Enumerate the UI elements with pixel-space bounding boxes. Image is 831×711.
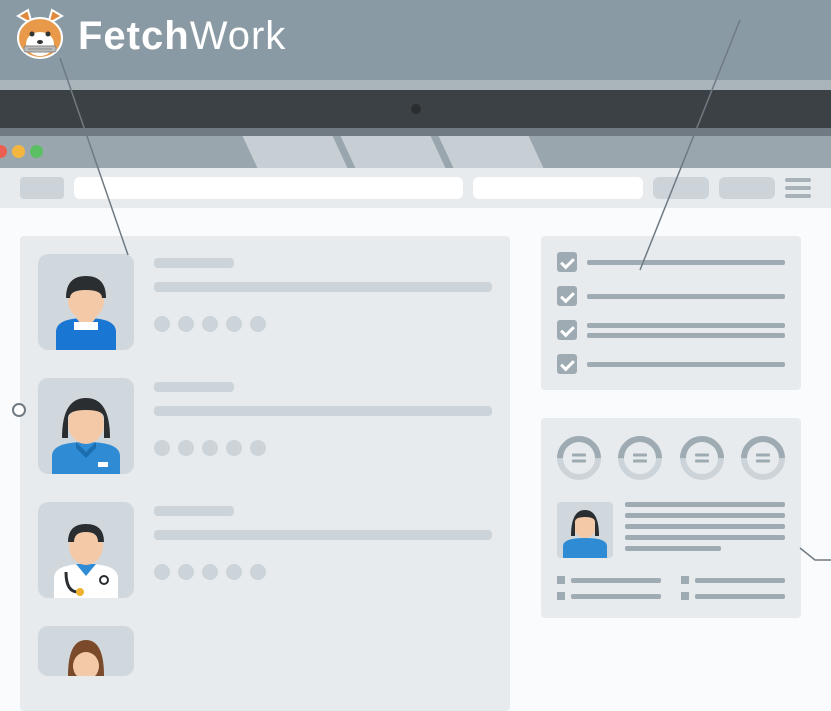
- browser-tab-bar: [0, 136, 831, 168]
- stat-ring: [557, 436, 601, 480]
- toolbar-button[interactable]: [719, 177, 775, 199]
- item-title-placeholder: [154, 258, 234, 268]
- bezel-light: [0, 80, 831, 90]
- item-title-placeholder: [154, 506, 234, 516]
- item-desc-placeholder: [154, 282, 492, 292]
- profile-summary: [557, 502, 785, 558]
- bullet-columns: [557, 576, 785, 600]
- browser-tabs: [250, 136, 544, 168]
- item-body: [154, 254, 492, 350]
- nurse-icon: [557, 508, 613, 558]
- checklist-panel: [541, 236, 801, 390]
- bullet-item: [557, 592, 661, 600]
- minimize-window-icon[interactable]: [12, 145, 25, 158]
- doctor-icon: [38, 518, 134, 598]
- toolbar-button[interactable]: [653, 177, 709, 199]
- avatar: [38, 254, 134, 350]
- browser-tab[interactable]: [243, 136, 348, 168]
- dog-icon: [10, 8, 70, 64]
- brand-logo[interactable]: FetchWork: [10, 8, 286, 64]
- bezel-inner: [0, 128, 831, 136]
- list-item[interactable]: [38, 254, 492, 350]
- checkbox-checked-icon[interactable]: [557, 286, 577, 306]
- maximize-window-icon[interactable]: [30, 145, 43, 158]
- brand-text: FetchWork: [78, 14, 286, 59]
- list-item[interactable]: [38, 626, 492, 676]
- search-bar[interactable]: [473, 177, 643, 199]
- checkbox-checked-icon[interactable]: [557, 354, 577, 374]
- browser-toolbar: [0, 168, 831, 208]
- avatar: [38, 626, 134, 676]
- nav-back-forward[interactable]: [20, 177, 64, 199]
- item-title-placeholder: [154, 382, 234, 392]
- stat-ring: [680, 436, 724, 480]
- avatar: [38, 378, 134, 474]
- profile-avatar: [557, 502, 613, 558]
- profile-detail-panel: [541, 418, 801, 618]
- list-item[interactable]: [38, 502, 492, 598]
- browser-tab[interactable]: [341, 136, 446, 168]
- stat-ring: [741, 436, 785, 480]
- bullet-item: [681, 576, 785, 584]
- stats-row: [557, 436, 785, 480]
- checklist-item[interactable]: [557, 252, 785, 272]
- item-desc-placeholder: [154, 530, 492, 540]
- bullet-item: [557, 576, 661, 584]
- nurse-icon: [38, 394, 134, 474]
- profile-text: [625, 502, 785, 558]
- item-body: [154, 502, 492, 598]
- item-rating: [154, 564, 492, 580]
- checkbox-checked-icon[interactable]: [557, 320, 577, 340]
- nurse-icon: [38, 270, 134, 350]
- browser-tab[interactable]: [439, 136, 544, 168]
- checklist-item[interactable]: [557, 354, 785, 374]
- checklist-item[interactable]: [557, 286, 785, 306]
- item-desc-placeholder: [154, 406, 492, 416]
- address-bar[interactable]: [74, 177, 463, 199]
- page-content: [0, 208, 831, 711]
- candidate-list-panel: [20, 236, 510, 711]
- item-rating: [154, 440, 492, 456]
- stat-ring: [618, 436, 662, 480]
- bullet-item: [681, 592, 785, 600]
- item-rating: [154, 316, 492, 332]
- hamburger-menu-icon[interactable]: [785, 178, 811, 198]
- camera-icon: [411, 104, 421, 114]
- person-icon: [38, 626, 134, 676]
- item-body: [154, 378, 492, 474]
- checklist-item[interactable]: [557, 320, 785, 340]
- annotation-marker: [12, 403, 26, 417]
- window-controls: [0, 145, 43, 158]
- avatar: [38, 502, 134, 598]
- checkbox-checked-icon[interactable]: [557, 252, 577, 272]
- app-header: FetchWork: [0, 0, 831, 80]
- list-item[interactable]: [38, 378, 492, 474]
- bezel-dark: [0, 90, 831, 128]
- close-window-icon[interactable]: [0, 145, 7, 158]
